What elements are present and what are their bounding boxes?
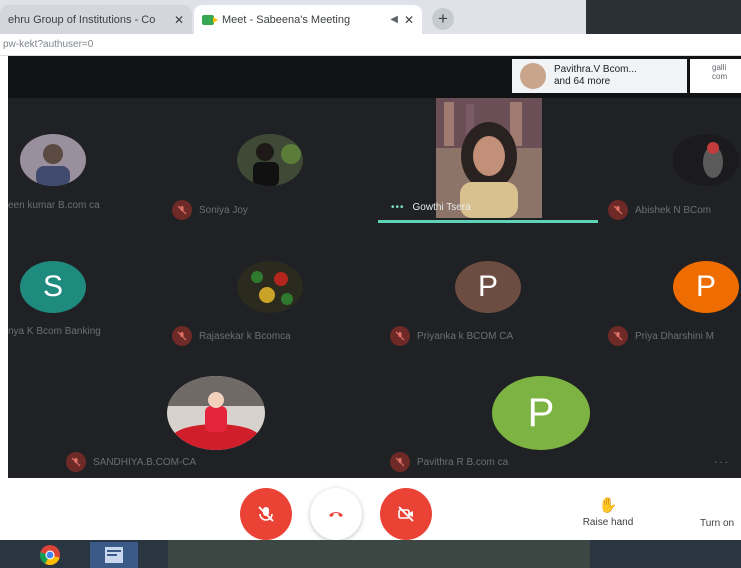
- participant-name: nya K Bcom Banking: [8, 326, 101, 337]
- participant-name: een kumar B.com ca: [8, 200, 100, 211]
- avatar-letter: S: [20, 261, 86, 313]
- attendee-summary-name: Pavithra.V Bcom...: [554, 64, 637, 75]
- hang-up-icon: [329, 512, 343, 517]
- avatar-letter: P: [492, 376, 590, 450]
- muted-mic-icon: [66, 452, 86, 472]
- participant-name: Priyanka k BCOM CA: [417, 330, 514, 342]
- speaking-indicator-icon: •••: [391, 202, 405, 213]
- participant-name-tag: een kumar B.com ca: [8, 200, 100, 211]
- mic-toggle-button[interactable]: [240, 488, 292, 540]
- participant-name-tag: Priyanka k BCOM CA: [390, 326, 513, 346]
- muted-mic-icon: [608, 200, 628, 220]
- speaking-highlight-bar: [378, 220, 598, 223]
- meet-logo-icon: [202, 14, 218, 25]
- side-panel[interactable]: galli com: [690, 59, 741, 93]
- avatar: [237, 261, 303, 313]
- participant-name-tag: Soniya Joy: [172, 200, 248, 220]
- avatar: [20, 134, 86, 186]
- app-taskbar-button[interactable]: [90, 542, 138, 568]
- avatar: [237, 134, 303, 186]
- turn-on-captions-button[interactable]: Turn on: [700, 518, 734, 529]
- participant-name: Abishek N BCom: [635, 204, 712, 216]
- app-window-icon: [105, 547, 123, 563]
- avatar-letter: P: [673, 261, 739, 313]
- taskbar-preview-area: [168, 540, 590, 568]
- browser-tab-bar: ehru Group of Institutions - Co ✕ Meet -…: [0, 0, 741, 34]
- new-tab-button[interactable]: +: [432, 8, 454, 30]
- meeting-stage: Pavithra.V Bcom... and 64 more galli com…: [0, 56, 741, 478]
- participant-name: Gowthi Tsera: [412, 202, 471, 213]
- raise-hand-label: Raise hand: [582, 517, 634, 528]
- participant-name-tag: Pavithra R B.com ca: [390, 452, 508, 472]
- more-options-icon[interactable]: ...: [714, 452, 730, 466]
- raise-hand-button[interactable]: ✋ Raise hand: [568, 496, 648, 528]
- participant-name-tag: Abishek N BCom: [608, 200, 711, 220]
- window-background: [586, 0, 741, 34]
- participant-name-tag: nya K Bcom Banking: [8, 326, 101, 337]
- camera-off-icon: [398, 506, 414, 522]
- muted-mic-icon: [390, 326, 410, 346]
- participant-name: SANDHIYA.B.COM-CA: [93, 456, 197, 468]
- leave-call-button[interactable]: [310, 488, 362, 540]
- participant-name-tag: Rajasekar k Bcomca: [172, 326, 291, 346]
- avatar: [673, 134, 739, 186]
- avatar: [520, 63, 546, 89]
- participant-name-tag: SANDHIYA.B.COM-CA: [66, 452, 196, 472]
- active-speaker-name-tag: ••• Gowthi Tsera: [391, 202, 471, 213]
- chrome-icon: [39, 545, 60, 566]
- avatar-letter: P: [455, 261, 521, 313]
- side-panel-text: com: [712, 72, 728, 81]
- turn-on-label: Turn on: [700, 518, 735, 529]
- tab-meet[interactable]: Meet - Sabeena's Meeting ◀ ✕: [194, 5, 422, 34]
- participant-name: Soniya Joy: [199, 204, 248, 216]
- mic-off-icon: [258, 506, 274, 522]
- participant-name: Priya Dharshini M: [635, 330, 714, 342]
- tab-institutions[interactable]: ehru Group of Institutions - Co ✕: [0, 5, 192, 34]
- close-tab-icon[interactable]: ✕: [174, 13, 184, 27]
- camera-toggle-button[interactable]: [380, 488, 432, 540]
- muted-mic-icon: [390, 452, 410, 472]
- window-edge: [0, 56, 8, 486]
- side-panel-text: galli: [712, 63, 727, 72]
- participant-name: Rajasekar k Bcomca: [199, 330, 291, 342]
- address-bar[interactable]: pw-kekt?authuser=0: [0, 34, 741, 56]
- call-controls-bar: ✋ Raise hand Turn on: [0, 478, 741, 540]
- speaker-icon[interactable]: ◀: [390, 14, 398, 25]
- muted-mic-icon: [172, 326, 192, 346]
- muted-mic-icon: [172, 200, 192, 220]
- chrome-taskbar-button[interactable]: [30, 542, 70, 568]
- tab-title: Meet - Sabeena's Meeting: [222, 13, 351, 26]
- avatar: [167, 376, 265, 450]
- active-speaker-video[interactable]: [436, 98, 542, 218]
- muted-mic-icon: [608, 326, 628, 346]
- attendee-summary-count: and 64 more: [554, 76, 611, 87]
- attendee-summary-pill[interactable]: Pavithra.V Bcom... and 64 more: [512, 59, 687, 93]
- close-tab-icon[interactable]: ✕: [404, 13, 414, 27]
- hand-icon: ✋: [598, 497, 618, 514]
- tab-title: ehru Group of Institutions - Co: [8, 13, 156, 26]
- participant-name-tag: Priya Dharshini M: [608, 326, 714, 346]
- participant-name: Pavithra R B.com ca: [417, 456, 509, 468]
